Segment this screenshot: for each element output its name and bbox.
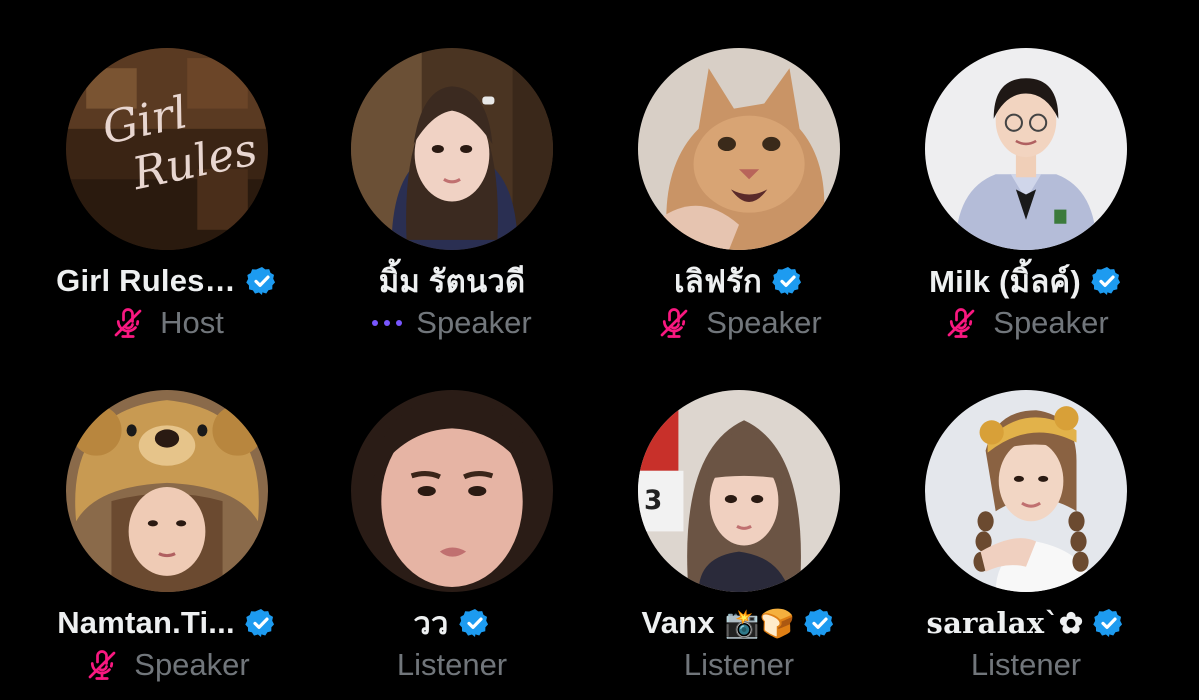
avatar[interactable]: Girl Rules bbox=[66, 48, 268, 250]
mic-muted-icon bbox=[88, 650, 116, 680]
participant-role: Host bbox=[160, 305, 224, 340]
avatar[interactable] bbox=[638, 48, 840, 250]
closeup-portrait-avatar bbox=[351, 390, 553, 592]
bangs-portrait-avatar: 3 bbox=[638, 390, 840, 592]
participant-role: Speaker bbox=[134, 647, 250, 682]
avatar[interactable] bbox=[351, 390, 553, 592]
participant-role: Listener bbox=[683, 647, 795, 682]
avatar[interactable] bbox=[925, 48, 1127, 250]
avatar[interactable] bbox=[66, 390, 268, 592]
verified-badge-icon bbox=[1091, 267, 1120, 295]
verified-badge-icon bbox=[245, 609, 274, 637]
participant-role: Speaker bbox=[993, 305, 1109, 340]
verified-badge-icon bbox=[772, 267, 802, 295]
verified-badge-icon bbox=[804, 609, 834, 637]
woman-portrait-avatar bbox=[351, 48, 553, 250]
participant-card[interactable]: Namtan.Ti... Speaker bbox=[37, 390, 297, 690]
participant-card[interactable]: มิ้ม รัตนวดี Speaker bbox=[322, 48, 582, 348]
mic-muted-icon bbox=[114, 308, 142, 338]
participant-name: Namtan.Ti... bbox=[57, 605, 235, 640]
speaking-indicator-icon bbox=[372, 320, 403, 326]
space-participants-grid: Girl Rules Girl Rules… Host มิ้ม รัตนวดี… bbox=[0, 0, 1199, 700]
participant-card[interactable]: 3 Vanx 📸🍞 Listener bbox=[609, 390, 869, 690]
participant-card[interactable]: Girl Rules Girl Rules… Host bbox=[37, 48, 297, 348]
participant-name: เลิฟรัก bbox=[674, 264, 762, 299]
verified-badge-icon bbox=[1093, 609, 1123, 637]
cat-avatar bbox=[638, 48, 840, 250]
participant-card[interactable]: วว Listener bbox=[322, 390, 582, 690]
student-portrait-avatar bbox=[925, 48, 1127, 250]
participant-role: Listener bbox=[970, 647, 1082, 682]
mic-muted-icon bbox=[660, 308, 688, 338]
bear-hat-portrait-avatar bbox=[66, 390, 268, 592]
participant-name: Vanx bbox=[641, 605, 715, 640]
svg-text:3: 3 bbox=[644, 486, 662, 516]
verified-badge-icon bbox=[246, 267, 275, 295]
participant-card[interactable]: saralax`✿ Listener bbox=[896, 390, 1156, 690]
participant-role: Listener bbox=[396, 647, 508, 682]
participant-name: Milk (มิ้ลค์) bbox=[929, 264, 1081, 299]
participant-card[interactable]: Milk (มิ้ลค์) Speaker bbox=[896, 48, 1156, 348]
participant-card[interactable]: เลิฟรัก Speaker bbox=[609, 48, 869, 348]
participant-name: มิ้ม รัตนวดี bbox=[378, 264, 526, 299]
avatar[interactable] bbox=[351, 48, 553, 250]
avatar[interactable] bbox=[925, 390, 1127, 592]
avatar[interactable]: 3 bbox=[638, 390, 840, 592]
participant-name: Girl Rules… bbox=[56, 263, 236, 298]
participant-name: saralax`✿ bbox=[926, 606, 1084, 640]
participant-name: วว bbox=[413, 606, 449, 641]
name-emoji: 📸🍞 bbox=[724, 606, 795, 640]
participant-role: Speaker bbox=[416, 305, 532, 340]
participant-role: Speaker bbox=[706, 305, 822, 340]
girl-rules-logo-avatar: Girl Rules bbox=[66, 48, 268, 250]
verified-badge-icon bbox=[458, 609, 488, 637]
mic-muted-icon bbox=[947, 308, 975, 338]
braids-portrait-avatar bbox=[925, 390, 1127, 592]
